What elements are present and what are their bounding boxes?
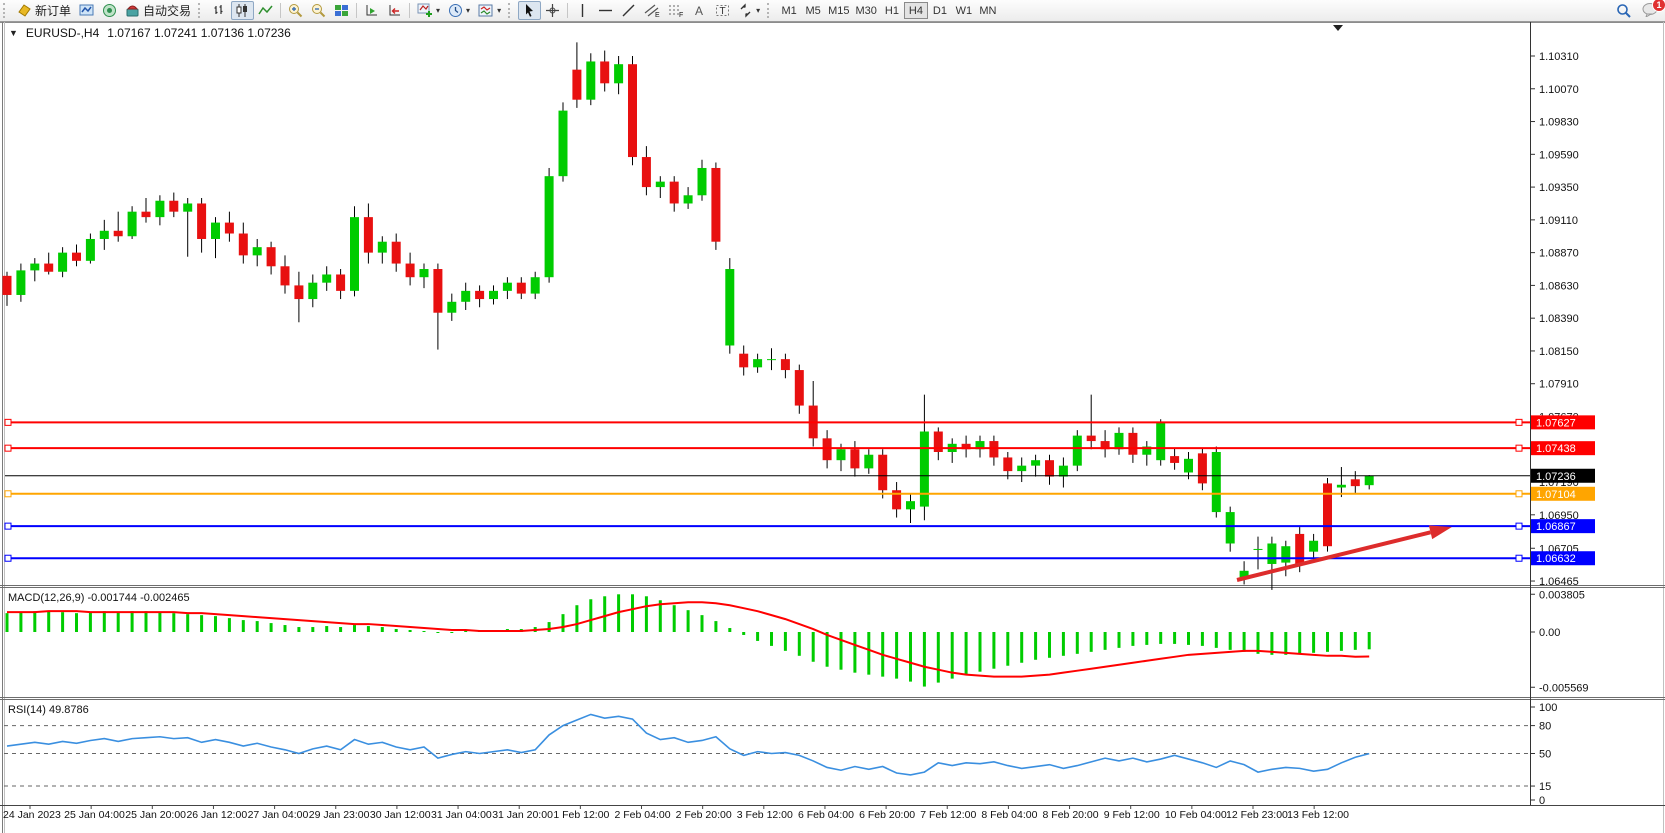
- svg-text:100: 100: [1539, 702, 1557, 714]
- svg-text:25 Jan 20:00: 25 Jan 20:00: [125, 809, 186, 821]
- svg-text:80: 80: [1539, 721, 1551, 733]
- svg-text:1.06632: 1.06632: [1536, 553, 1576, 565]
- svg-text:1.08630: 1.08630: [1539, 280, 1579, 292]
- svg-text:0.003805: 0.003805: [1539, 589, 1585, 601]
- svg-text:6 Feb 04:00: 6 Feb 04:00: [798, 809, 854, 821]
- svg-text:1.09590: 1.09590: [1539, 149, 1579, 161]
- svg-text:-0.005569: -0.005569: [1539, 682, 1589, 694]
- svg-text:30 Jan 12:00: 30 Jan 12:00: [370, 809, 431, 821]
- svg-text:29 Jan 23:00: 29 Jan 23:00: [309, 809, 370, 821]
- svg-text:2 Feb 20:00: 2 Feb 20:00: [676, 809, 732, 821]
- svg-text:1.07104: 1.07104: [1536, 489, 1576, 501]
- svg-text:1.07236: 1.07236: [1536, 471, 1576, 483]
- svg-text:1.08870: 1.08870: [1539, 248, 1579, 260]
- ohlc-values: 1.07167 1.07241 1.07136 1.07236: [107, 26, 291, 40]
- svg-text:2 Feb 04:00: 2 Feb 04:00: [615, 809, 671, 821]
- svg-text:8 Feb 04:00: 8 Feb 04:00: [981, 809, 1037, 821]
- svg-text:1 Feb 12:00: 1 Feb 12:00: [553, 809, 609, 821]
- svg-text:1.06465: 1.06465: [1539, 576, 1579, 588]
- svg-text:1.06867: 1.06867: [1536, 521, 1576, 533]
- symbol-period-label: EURUSD-,H4: [26, 26, 99, 40]
- chart-legend: ▼ EURUSD-,H4 1.07167 1.07241 1.07136 1.0…: [9, 26, 291, 40]
- svg-text:31 Jan 04:00: 31 Jan 04:00: [431, 809, 492, 821]
- svg-text:25 Jan 04:00: 25 Jan 04:00: [64, 809, 125, 821]
- chart-window: 0.003805 0.00 -0.005569 100 80 50 15 0 1.10310…: [0, 22, 1665, 833]
- svg-text:8 Feb 20:00: 8 Feb 20:00: [1043, 809, 1099, 821]
- window-chrome-layer: [0, 22, 1665, 833]
- svg-text:26 Jan 12:00: 26 Jan 12:00: [186, 809, 247, 821]
- terminal-window: 新订单 自动交易: [0, 0, 1665, 833]
- svg-text:27 Jan 04:00: 27 Jan 04:00: [248, 809, 309, 821]
- svg-text:0.00: 0.00: [1539, 627, 1560, 639]
- svg-text:1.09110: 1.09110: [1539, 215, 1578, 227]
- svg-text:1.07627: 1.07627: [1536, 417, 1576, 429]
- svg-text:1.07910: 1.07910: [1539, 379, 1579, 391]
- svg-text:1.08390: 1.08390: [1539, 313, 1579, 325]
- chart-canvas[interactable]: 0.003805 0.00 -0.005569 100 80 50 15 0 1.10310…: [0, 0, 1665, 833]
- svg-text:1.09830: 1.09830: [1539, 117, 1579, 129]
- svg-text:24 Jan 2023: 24 Jan 2023: [3, 809, 61, 821]
- collapse-triangle-icon[interactable]: ▼: [9, 28, 18, 38]
- svg-text:13 Feb 12:00: 13 Feb 12:00: [1287, 809, 1349, 821]
- rsi-label: RSI(14) 49.8786: [8, 704, 89, 716]
- svg-text:1.09350: 1.09350: [1539, 182, 1579, 194]
- svg-text:1.10310: 1.10310: [1539, 51, 1579, 63]
- svg-text:6 Feb 20:00: 6 Feb 20:00: [859, 809, 915, 821]
- svg-text:15: 15: [1539, 781, 1551, 793]
- svg-text:1.10070: 1.10070: [1539, 84, 1579, 96]
- svg-text:50: 50: [1539, 749, 1551, 761]
- macd-label: MACD(12,26,9) -0.001744 -0.002465: [8, 592, 190, 604]
- svg-text:1.07438: 1.07438: [1536, 443, 1576, 455]
- svg-text:0: 0: [1539, 795, 1545, 807]
- svg-text:1.08150: 1.08150: [1539, 346, 1579, 358]
- svg-text:9 Feb 12:00: 9 Feb 12:00: [1104, 809, 1160, 821]
- svg-text:3 Feb 12:00: 3 Feb 12:00: [737, 809, 793, 821]
- svg-text:12 Feb 23:00: 12 Feb 23:00: [1226, 809, 1288, 821]
- svg-text:31 Jan 20:00: 31 Jan 20:00: [492, 809, 553, 821]
- svg-text:10 Feb 04:00: 10 Feb 04:00: [1165, 809, 1227, 821]
- svg-text:7 Feb 12:00: 7 Feb 12:00: [920, 809, 976, 821]
